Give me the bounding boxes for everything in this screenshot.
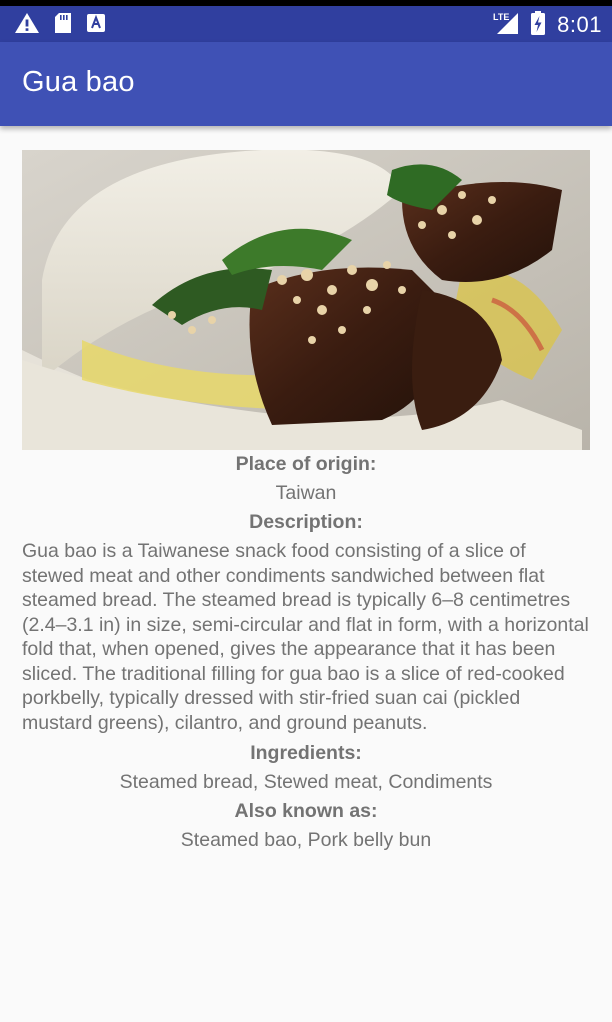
place-of-origin-label: Place of origin: — [235, 453, 377, 475]
also-known-as-label: Also known as: — [234, 800, 378, 822]
app-bar: Gua bao — [0, 42, 612, 126]
lte-signal-icon: LTE — [493, 11, 519, 40]
battery-charging-icon — [531, 10, 546, 40]
food-image — [22, 150, 590, 450]
food-details: Place of origin: Taiwan Description: Gua… — [22, 150, 590, 855]
ingredients-value: Steamed bread, Stewed meat, Condiments — [119, 771, 493, 793]
a-icon — [86, 13, 106, 38]
ingredients-label: Ingredients: — [250, 742, 362, 764]
status-bar: LTE 8:01 — [0, 0, 612, 48]
description-label: Description: — [249, 511, 363, 533]
also-known-as-value: Steamed bao, Pork belly bun — [180, 829, 432, 851]
place-of-origin-value: Taiwan — [275, 482, 337, 504]
sd-card-icon — [54, 12, 72, 39]
lte-label: LTE — [493, 12, 509, 22]
description-text: Gua bao is a Taiwanese snack food consis… — [22, 540, 589, 734]
status-time: 8:01 — [557, 12, 602, 37]
warning-icon — [14, 12, 40, 39]
system-icons: LTE 8:01 — [493, 10, 602, 40]
page-title: Gua bao — [22, 66, 135, 98]
notification-icons — [14, 12, 106, 39]
